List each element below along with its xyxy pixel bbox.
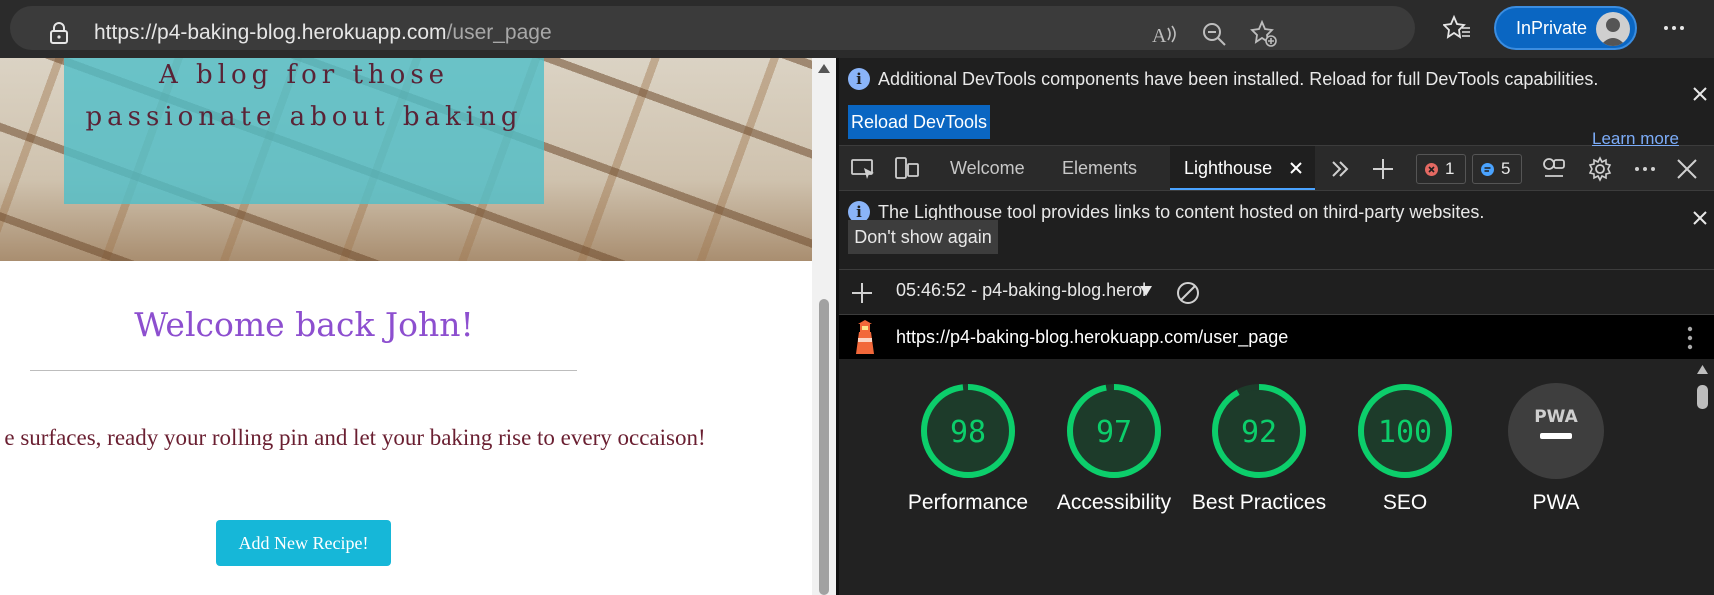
tagline-line-2: passionate about baking [85, 102, 523, 132]
score-label: SEO [1382, 491, 1428, 514]
scrollbar-thumb[interactable] [819, 299, 829, 595]
scroll-up-arrow-icon[interactable] [818, 64, 830, 73]
report-scrollbar[interactable] [1691, 359, 1714, 595]
tab-welcome[interactable]: Welcome [950, 146, 1025, 190]
score-gauge-best-practices[interactable]: 92 [1209, 381, 1309, 481]
more-options-icon[interactable] [1632, 156, 1658, 182]
welcome-heading: Welcome back John! [134, 305, 474, 344]
pwa-label: PWA [1532, 491, 1580, 514]
tab-elements[interactable]: Elements [1062, 146, 1137, 190]
score-label: Best Practices [1191, 491, 1327, 514]
error-icon [1425, 163, 1438, 176]
score-label: Accessibility [1056, 491, 1172, 514]
lock-icon[interactable] [48, 21, 70, 45]
score-gauge-seo[interactable]: 100 [1355, 381, 1455, 481]
more-options-icon[interactable] [1660, 14, 1688, 42]
report-url: https://p4-baking-blog.herokuapp.com/use… [896, 327, 1289, 347]
add-new-recipe-button[interactable]: Add New Recipe! [216, 520, 391, 566]
learn-more-link[interactable]: Learn more [1592, 129, 1679, 149]
devtools-panel: i Additional DevTools components have be… [836, 58, 1714, 595]
inspect-element-icon[interactable] [850, 157, 876, 181]
more-tabs-icon[interactable] [1329, 158, 1351, 180]
web-page: A blog for those passionate about baking… [0, 58, 836, 595]
score-value: 100 [1378, 415, 1432, 450]
score-value: 97 [1096, 415, 1132, 450]
score-gauge-accessibility[interactable]: 97 [1064, 381, 1164, 481]
tab-lighthouse[interactable]: Lighthouse [1170, 146, 1315, 190]
pwa-badge-icon[interactable]: PWA [1506, 381, 1606, 481]
settings-gear-icon[interactable] [1587, 156, 1613, 182]
favorites-icon[interactable] [1443, 14, 1471, 42]
close-devtools-icon[interactable] [1676, 158, 1698, 180]
error-count: 1 [1445, 159, 1455, 178]
message-count-badge[interactable]: 5 [1472, 154, 1522, 184]
lighthouse-report: 98 Performance 97 Accessibility 92 Best Pract… [836, 359, 1714, 595]
add-tab-icon[interactable] [1371, 157, 1395, 181]
browser-toolbar: https://p4-baking-blog.herokuapp.com/use… [0, 0, 1714, 58]
chevron-down-icon[interactable] [1139, 285, 1153, 297]
devtools-splitter[interactable] [836, 58, 839, 595]
device-emulation-icon[interactable] [894, 156, 920, 182]
clear-reports-icon[interactable] [1176, 281, 1200, 305]
add-favorite-icon[interactable] [1250, 20, 1278, 48]
tagline-line-1: A blog for those [158, 60, 450, 90]
dont-show-again-button[interactable]: Don't show again [848, 220, 998, 254]
report-select[interactable]: 05:46:52 - p4-baking-blog.herokuapp.com [896, 280, 1146, 301]
tagline: A blog for those passionate about baking [64, 58, 544, 138]
url-text[interactable]: https://p4-baking-blog.herokuapp.com/use… [94, 21, 552, 45]
read-aloud-icon[interactable]: A [1150, 20, 1178, 48]
score-value: 92 [1241, 415, 1277, 450]
avatar [1596, 12, 1630, 46]
devtools-installed-notice: Additional DevTools components have been… [878, 69, 1599, 89]
intro-text: e surfaces, ready your rolling pin and l… [4, 425, 706, 450]
customize-icon[interactable] [1541, 156, 1567, 182]
score-gauge-performance[interactable]: 98 [918, 381, 1018, 481]
report-menu-icon[interactable] [1686, 325, 1694, 351]
reload-devtools-button[interactable]: Reload DevTools [848, 105, 990, 139]
lighthouse-logo-icon [856, 320, 874, 354]
inprivate-label: InPrivate [1516, 18, 1588, 38]
lighthouse-toolbar: 05:46:52 - p4-baking-blog.herokuapp.com [836, 270, 1714, 315]
hero-image: A blog for those passionate about baking [0, 58, 812, 261]
close-icon[interactable] [1692, 210, 1708, 226]
error-count-badge[interactable]: 1 [1416, 154, 1466, 184]
score-value: 98 [950, 415, 986, 450]
close-icon[interactable] [1691, 85, 1709, 103]
score-label: Performance [907, 491, 1029, 514]
inprivate-button[interactable]: InPrivate [1494, 6, 1637, 50]
tab-lighthouse-label: Lighthouse [1184, 158, 1273, 178]
zoom-out-icon[interactable] [1200, 20, 1228, 48]
close-tab-icon[interactable] [1289, 161, 1303, 175]
address-bar[interactable]: https://p4-baking-blog.herokuapp.com/use… [10, 6, 1415, 50]
info-icon: i [848, 68, 870, 90]
new-report-icon[interactable] [850, 281, 874, 305]
devtools-tabbar: Welcome Elements Lighthouse 1 5 [836, 145, 1714, 191]
message-count: 5 [1501, 159, 1511, 178]
report-select-value: 05:46:52 - p4-baking-blog.herokuapp.com [896, 280, 1146, 300]
svg-text:A: A [1152, 25, 1167, 47]
divider [30, 370, 577, 371]
report-url-bar: https://p4-baking-blog.herokuapp.com/use… [836, 315, 1714, 359]
page-scrollbar[interactable] [812, 58, 836, 595]
message-icon [1481, 163, 1494, 176]
pwa-badge-text: PWA [1534, 407, 1578, 427]
